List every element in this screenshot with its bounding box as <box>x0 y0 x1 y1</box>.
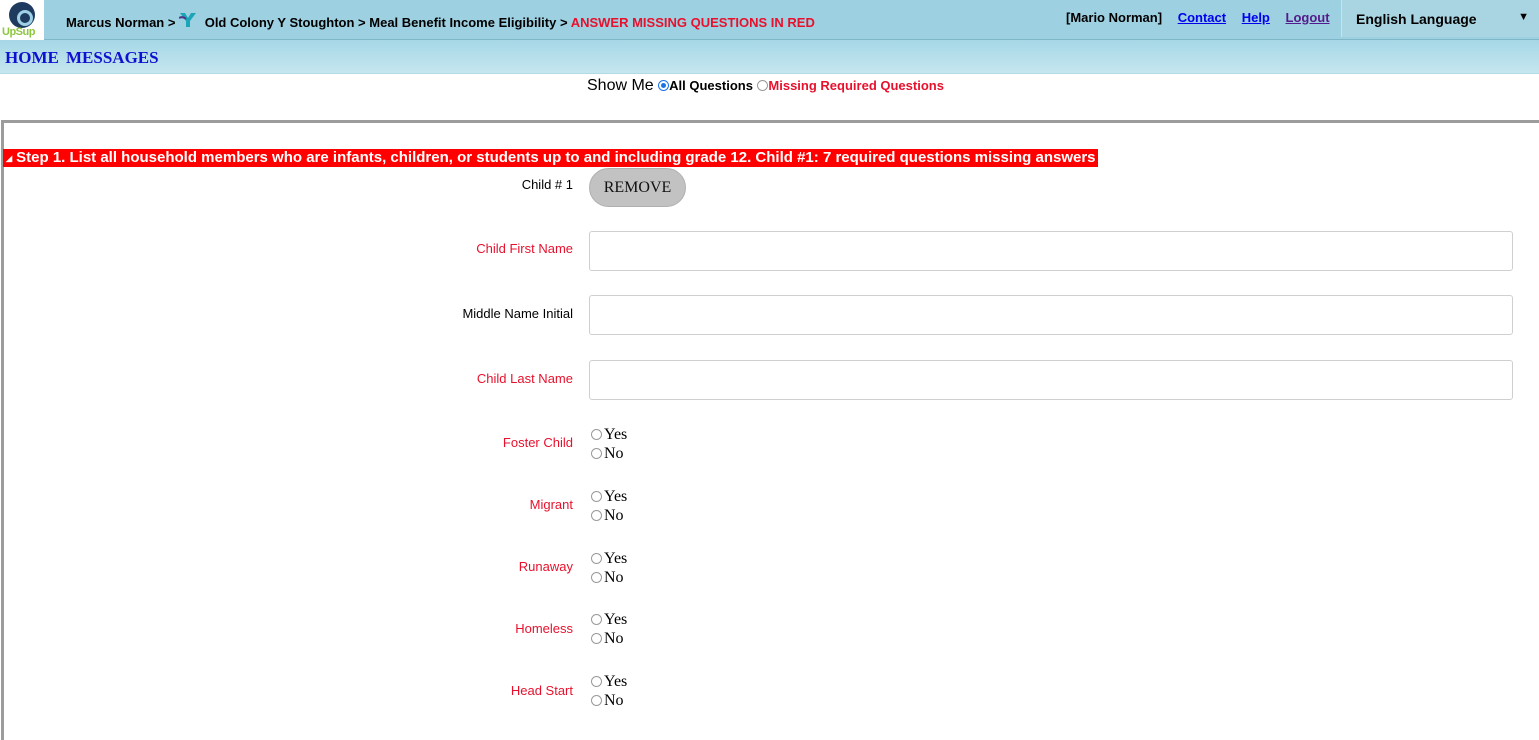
remove-button[interactable]: REMOVE <box>589 168 686 207</box>
contact-link[interactable]: Contact <box>1178 10 1226 25</box>
child-last-name-label: Child Last Name <box>476 371 573 386</box>
filter-label: Show Me <box>587 77 654 94</box>
head-start-options: Yes No <box>591 672 627 710</box>
runaway-no-label[interactable]: No <box>604 569 624 586</box>
middle-initial-label: Middle Name Initial <box>462 306 573 321</box>
child-first-name-input[interactable] <box>589 231 1513 271</box>
head-start-yes-radio[interactable] <box>591 676 602 687</box>
form-panel <box>1 120 1539 740</box>
step-header[interactable]: ◢ Step 1. List all household members who … <box>3 149 1098 167</box>
breadcrumb-user[interactable]: Marcus Norman > <box>66 15 175 30</box>
homeless-options: Yes No <box>591 610 627 648</box>
filter-all-label[interactable]: All Questions <box>669 78 753 93</box>
foster-child-yes-label[interactable]: Yes <box>604 426 627 443</box>
language-select-value: English Language <box>1356 11 1477 27</box>
nav-home[interactable]: HOME <box>5 48 59 68</box>
breadcrumb-org[interactable]: Old Colony Y Stoughton > <box>205 15 366 30</box>
filter-all-radio[interactable] <box>658 80 670 91</box>
migrant-label: Migrant <box>529 497 573 512</box>
migrant-yes-label[interactable]: Yes <box>604 488 627 505</box>
migrant-yes-radio[interactable] <box>591 491 602 502</box>
logo-text-up: Up <box>2 26 16 38</box>
homeless-label: Homeless <box>515 621 573 636</box>
foster-child-no-label[interactable]: No <box>604 445 624 462</box>
filter-missing-radio[interactable] <box>757 80 769 91</box>
homeless-yes-label[interactable]: Yes <box>604 611 627 628</box>
step-title: Step 1. List all household members who a… <box>16 149 1096 166</box>
runaway-yes-radio[interactable] <box>591 553 602 564</box>
foster-child-yes-radio[interactable] <box>591 429 602 440</box>
foster-child-label: Foster Child <box>502 435 573 450</box>
head-start-yes-label[interactable]: Yes <box>604 673 627 690</box>
foster-child-options: Yes No <box>591 425 627 463</box>
breadcrumb-instruction: ANSWER MISSING QUESTIONS IN RED <box>570 15 815 30</box>
migrant-options: Yes No <box>591 487 627 525</box>
filter-missing-label[interactable]: Missing Required Questions <box>768 78 944 93</box>
breadcrumb-form[interactable]: Meal Benefit Income Eligibility > <box>369 15 567 30</box>
logout-link[interactable]: Logout <box>1286 10 1330 25</box>
collapse-triangle-icon: ◢ <box>6 154 13 163</box>
upsup-logo[interactable]: UpSup <box>0 0 44 40</box>
runaway-label: Runaway <box>518 559 573 574</box>
ymca-logo-icon <box>179 13 199 29</box>
runaway-options: Yes No <box>591 549 627 587</box>
help-link[interactable]: Help <box>1242 10 1270 25</box>
user-links: [Mario Norman] Contact Help Logout <box>1066 10 1330 25</box>
homeless-no-label[interactable]: No <box>604 630 624 647</box>
upsup-logo-icon <box>9 2 35 28</box>
account-name: [Mario Norman] <box>1066 10 1163 25</box>
foster-child-no-radio[interactable] <box>591 448 602 459</box>
middle-initial-input[interactable] <box>589 295 1513 335</box>
language-select[interactable]: English Language ▼ <box>1341 0 1539 37</box>
homeless-no-radio[interactable] <box>591 633 602 644</box>
logo-text-sup: Sup <box>15 26 36 38</box>
question-filter: Show Me All Questions Missing Required Q… <box>587 77 944 95</box>
nav-bar: HOME MESSAGES <box>0 40 1539 74</box>
child-first-name-label: Child First Name <box>476 241 573 256</box>
head-start-no-label[interactable]: No <box>604 692 624 709</box>
migrant-no-radio[interactable] <box>591 510 602 521</box>
child-last-name-input[interactable] <box>589 360 1513 400</box>
top-bar: UpSup Marcus Norman > Old Colony Y Stoug… <box>0 0 1539 40</box>
homeless-yes-radio[interactable] <box>591 614 602 625</box>
head-start-no-radio[interactable] <box>591 695 602 706</box>
breadcrumb: Marcus Norman > Old Colony Y Stoughton >… <box>66 13 815 30</box>
head-start-label: Head Start <box>510 683 573 698</box>
runaway-yes-label[interactable]: Yes <box>604 550 627 567</box>
child-number-label: Child # 1 <box>521 177 573 192</box>
migrant-no-label[interactable]: No <box>604 507 624 524</box>
nav-messages[interactable]: MESSAGES <box>66 48 159 68</box>
chevron-down-icon: ▼ <box>1518 11 1529 23</box>
runaway-no-radio[interactable] <box>591 572 602 583</box>
